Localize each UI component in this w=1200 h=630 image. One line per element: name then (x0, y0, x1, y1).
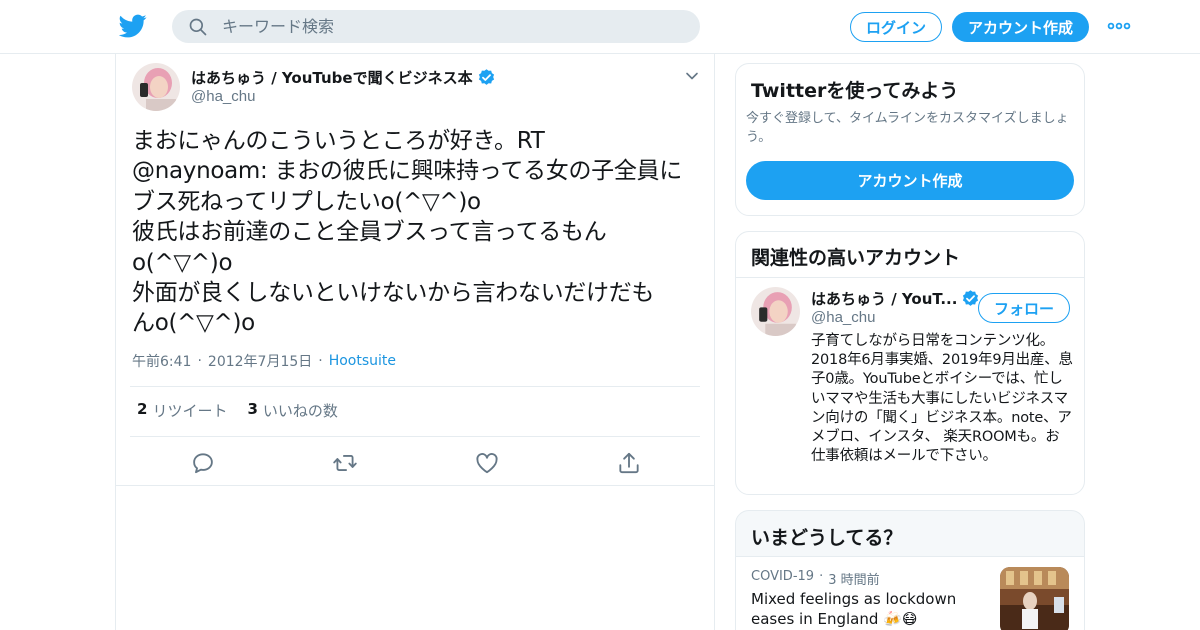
trend-category: COVID-19 (751, 569, 815, 584)
search-input[interactable] (222, 17, 662, 36)
signup-card-button[interactable]: アカウント作成 (746, 161, 1074, 200)
trend-thumbnail[interactable] (1000, 567, 1069, 630)
top-header: ログイン アカウント作成 (0, 0, 1200, 54)
twitter-bird-icon[interactable] (119, 12, 147, 40)
trend-meta: COVID-19 · 3 時間前 (751, 569, 880, 588)
login-button[interactable]: ログイン (850, 12, 942, 42)
retweet-count[interactable]: 2 (137, 400, 147, 421)
tweet-stats: 2 リツイート 3 いいねの数 (137, 400, 358, 421)
tweet-text: まおにゃんのこういうところが好き。RT @naynoam: まおの彼氏に興味持っ… (132, 128, 682, 337)
related-account-name-text[interactable]: はあちゅう / YouT... (811, 288, 957, 309)
avatar[interactable] (751, 287, 800, 336)
tweet-metadata: 午前6:41 · 2012年7月15日 · Hootsuite (132, 351, 396, 371)
trends-card: いまどうしてる？ COVID-19 · 3 時間前 Mixed feelings… (735, 510, 1085, 630)
divider (736, 277, 1084, 278)
search-bar[interactable] (172, 10, 700, 43)
separator-dot: · (197, 353, 202, 369)
search-icon (189, 18, 207, 35)
trends-card-title: いまどうしてる？ (751, 527, 903, 549)
tweet-detail: はあちゅう / YouTubeで聞くビジネス本 @ha_chu まおにゃんのこう… (115, 54, 715, 630)
author-handle[interactable]: @ha_chu (191, 88, 255, 105)
retweet-icon[interactable] (332, 450, 358, 476)
trend-time: 3 時間前 (828, 573, 880, 588)
tweet-date[interactable]: 2012年7月15日 (208, 351, 312, 371)
signup-button[interactable]: アカウント作成 (952, 12, 1089, 42)
related-account-bio: 子育てしながら日常をコンテンツ化。2018年6月事実婚、2019年9月出産、息子… (811, 333, 1073, 465)
author-name[interactable]: はあちゅう / YouTubeで聞くビジネス本 (191, 67, 496, 88)
tweet-source-link[interactable]: Hootsuite (329, 353, 396, 369)
reply-icon[interactable] (190, 450, 216, 476)
author-name-text[interactable]: はあちゅう / YouTubeで聞くビジネス本 (191, 67, 473, 88)
follow-button[interactable]: フォロー (978, 293, 1070, 323)
related-account-handle[interactable]: @ha_chu (811, 309, 875, 326)
related-accounts-card: 関連性の高いアカウント はあちゅう / YouT... @ha_chu フォロー… (735, 231, 1085, 495)
signup-card: Twitterを使ってみよう 今すぐ登録して、タイムラインをカスタマイズしましょ… (735, 63, 1085, 216)
like-count[interactable]: 3 (247, 400, 257, 421)
tweet-actions (116, 448, 714, 484)
trend-headline[interactable]: Mixed feelings as lockdown eases in Engl… (751, 589, 991, 629)
separator-dot: · (819, 569, 824, 584)
like-label[interactable]: いいねの数 (263, 400, 338, 421)
signup-card-title: Twitterを使ってみよう (751, 80, 959, 102)
trend-item[interactable]: COVID-19 · 3 時間前 Mixed feelings as lockd… (736, 557, 1084, 630)
avatar[interactable] (132, 63, 180, 111)
tweet-time[interactable]: 午前6:41 (132, 351, 191, 371)
share-icon[interactable] (616, 450, 642, 476)
verified-icon (478, 69, 494, 85)
related-account-name[interactable]: はあちゅう / YouT... (811, 288, 980, 309)
more-icon[interactable] (1107, 18, 1131, 34)
like-icon[interactable] (474, 450, 500, 476)
divider (116, 485, 714, 486)
retweet-label[interactable]: リツイート (152, 400, 227, 421)
divider (130, 386, 700, 387)
chevron-down-icon[interactable] (684, 68, 700, 84)
separator-dot: · (318, 353, 323, 369)
divider (130, 436, 700, 437)
related-card-title: 関連性の高いアカウント (751, 247, 961, 269)
signup-card-description: 今すぐ登録して、タイムラインをカスタマイズしましょう。 (746, 111, 1069, 145)
